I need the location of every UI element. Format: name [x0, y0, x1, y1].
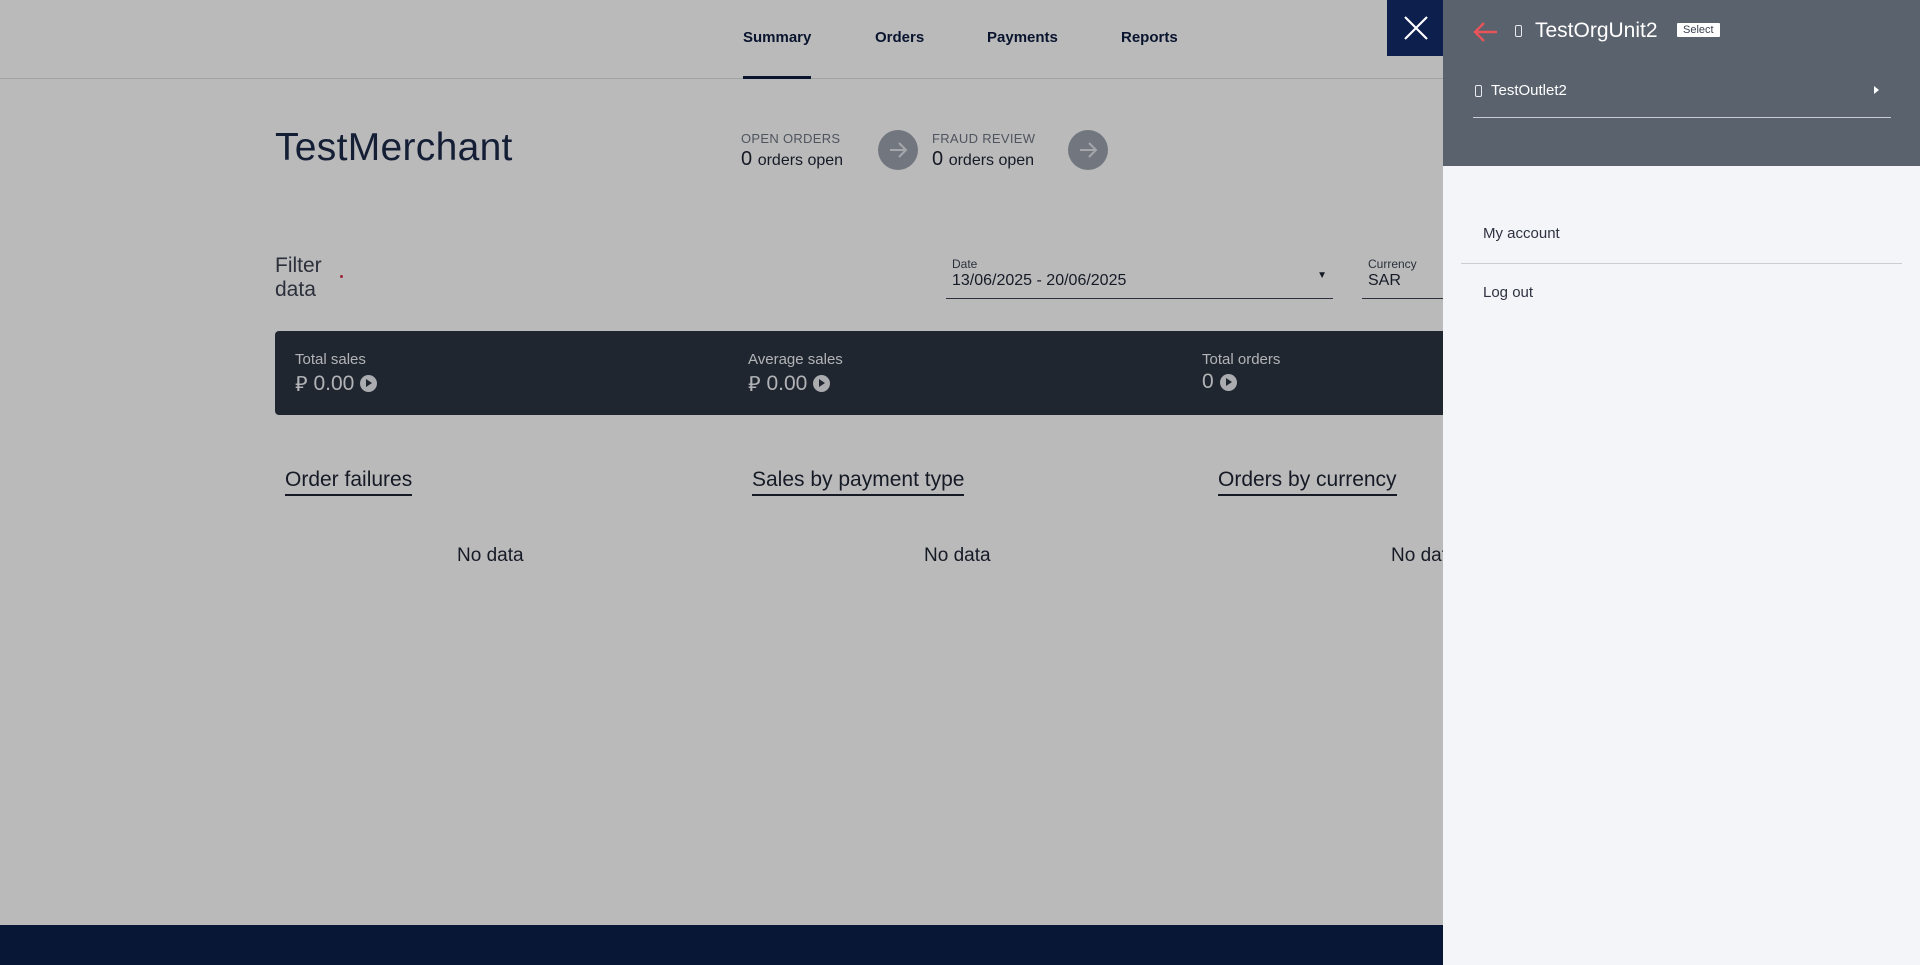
caret-right-icon: [1874, 86, 1879, 94]
outlet-name: TestOutlet2: [1491, 82, 1567, 99]
menu-item-my-account[interactable]: My account: [1461, 206, 1902, 264]
arrow-left-icon: [1473, 22, 1497, 42]
close-panel-button[interactable]: [1387, 0, 1444, 56]
account-side-panel: TestOrgUnit2 Select TestOutlet2 My accou…: [1443, 0, 1920, 965]
org-unit-name: TestOrgUnit2: [1535, 19, 1658, 42]
device-icon: [1515, 25, 1522, 37]
menu-item-log-out[interactable]: Log out: [1461, 265, 1902, 323]
panel-header: TestOrgUnit2 Select TestOutlet2: [1443, 0, 1920, 166]
menu-item-label: Log out: [1483, 284, 1534, 301]
back-button[interactable]: [1471, 20, 1499, 49]
close-icon: [1404, 16, 1428, 40]
outlet-row[interactable]: TestOutlet2: [1473, 74, 1891, 118]
device-icon: [1475, 85, 1482, 97]
select-button[interactable]: Select: [1677, 23, 1720, 37]
menu-item-label: My account: [1483, 225, 1560, 242]
